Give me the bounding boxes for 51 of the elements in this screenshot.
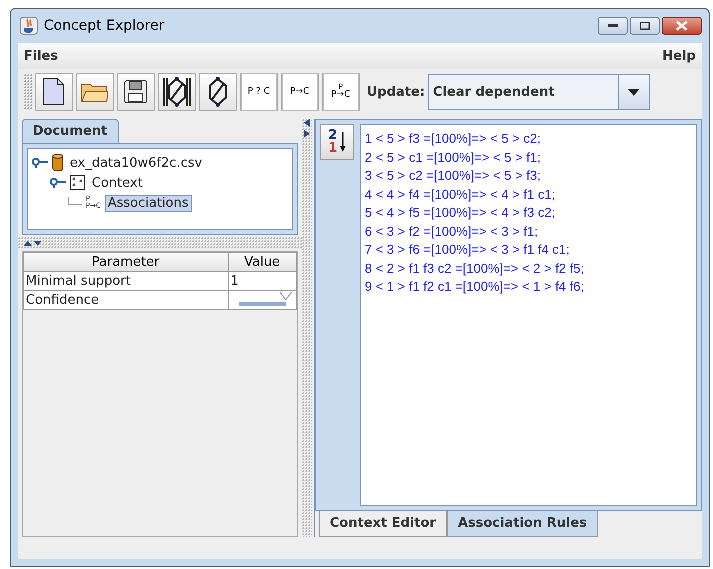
tree-item[interactable]: Context	[90, 176, 145, 190]
menu-item[interactable]: Files	[24, 48, 58, 64]
collapse-arrows-icon[interactable]	[24, 240, 44, 246]
lattice-icon	[162, 76, 192, 108]
view-tab[interactable]: Context Editor	[319, 511, 448, 537]
rule-line: 7 < 3 > f6 =[100%]=> < 3 > f1 f4 c1;	[365, 242, 571, 259]
rule-line: 8 < 2 > f1 f3 c2 =[100%]=> < 2 > f2 f5;	[365, 260, 586, 278]
close-icon	[676, 21, 688, 31]
column-header[interactable]: Value	[228, 252, 296, 272]
toolbar-grip[interactable]	[24, 74, 32, 110]
down-arrow-icon	[340, 132, 346, 152]
window-title: Concept Explorer	[44, 18, 165, 34]
lattice-icon	[207, 76, 229, 108]
expanded-node-icon[interactable]	[50, 178, 66, 188]
caret-icon	[628, 88, 640, 96]
toolbar-button[interactable]	[199, 73, 237, 111]
sort-button[interactable]: 2 1	[320, 124, 354, 160]
toolbar-button[interactable]	[35, 73, 73, 111]
tree-item[interactable]: Associations	[104, 194, 192, 212]
update-label: Update:	[367, 84, 426, 100]
cup-icon	[20, 17, 38, 35]
rule-line: 1 < 5 > f3 =[100%]=> < 5 > c2;	[365, 131, 542, 148]
rule-line: 2 < 5 > c1 =[100%]=> < 5 > f1;	[365, 150, 542, 167]
table-cell: Minimal support	[24, 272, 228, 290]
rule-line: 9 < 1 > f1 f2 c1 =[100%]=> < 1 > f4 f6;	[365, 279, 586, 296]
rules-text-area[interactable]	[360, 124, 697, 506]
document-tab[interactable]: Document	[22, 119, 119, 143]
maximize-icon	[640, 22, 650, 30]
tree-item[interactable]: ex_data10w6f2c.csv	[68, 156, 204, 170]
rule-line: 5 < 4 > f5 =[100%]=> < 4 > f3 c2;	[365, 205, 556, 222]
rule-line: 4 < 4 > f4 =[100%]=> < 4 > f1 c1;	[365, 186, 556, 204]
new-document-icon	[43, 78, 65, 106]
rule-line: 3 < 5 > c2 =[100%]=> < 5 > f3;	[365, 168, 542, 185]
update-dropdown[interactable]: Clear dependent	[428, 74, 650, 110]
rule-line: 6 < 3 > f2 =[100%]=> < 3 > f1;	[365, 224, 540, 241]
grid-icon	[70, 175, 86, 191]
maximize-button[interactable]	[630, 17, 660, 35]
toolbar-button[interactable]	[117, 73, 155, 111]
toolbar-button[interactable]	[158, 73, 196, 111]
close-button[interactable]	[662, 17, 702, 35]
menu-item[interactable]: Help	[662, 48, 696, 64]
table-cell: Confidence	[24, 290, 228, 310]
minimize-icon	[608, 24, 618, 28]
toolbar-button[interactable]: P→C	[281, 73, 319, 111]
minimize-button[interactable]	[598, 17, 628, 35]
database-icon	[52, 153, 64, 173]
split-arrows-icon[interactable]	[304, 119, 310, 139]
column-header[interactable]: Parameter	[24, 252, 228, 272]
view-tab[interactable]: Association Rules	[447, 511, 598, 537]
expanded-node-icon[interactable]	[32, 158, 48, 168]
toolbar-button[interactable]: P ? C	[240, 73, 278, 111]
